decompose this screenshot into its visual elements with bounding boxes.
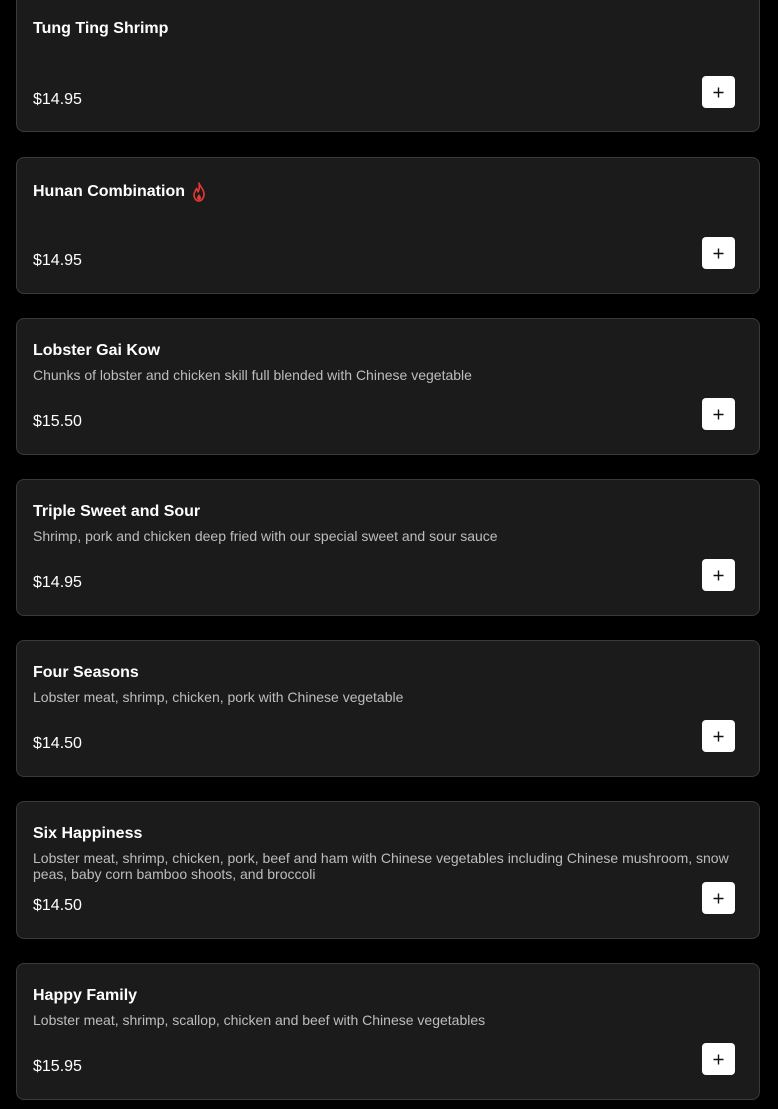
menu-item-title: Tung Ting Shrimp — [33, 20, 169, 37]
menu-item-price: $14.95 — [33, 574, 82, 591]
plus-icon — [713, 409, 724, 419]
add-to-cart-button[interactable] — [702, 720, 735, 752]
menu-item-card[interactable]: Hunan Combination $14.95 — [16, 157, 760, 294]
menu-item-card[interactable]: Lobster Gai Kow Chunks of lobster and ch… — [16, 318, 760, 455]
menu-item-card[interactable]: Tung Ting Shrimp $14.95 — [16, 0, 760, 132]
menu-item-description: Chunks of lobster and chicken skill full… — [33, 367, 472, 383]
menu-item-price: $14.95 — [33, 252, 82, 269]
plus-icon — [713, 731, 724, 741]
add-to-cart-button[interactable] — [702, 882, 735, 914]
menu-item-card[interactable]: Six Happiness Lobster meat, shrimp, chic… — [16, 801, 760, 939]
menu-item-price: $14.50 — [33, 897, 82, 914]
plus-icon — [713, 893, 724, 903]
menu-item-description: Shrimp, pork and chicken deep fried with… — [33, 528, 498, 544]
menu-item-title: Happy Family — [33, 987, 138, 1004]
plus-icon — [713, 570, 724, 580]
menu-item-title: Triple Sweet and Sour — [33, 503, 201, 520]
menu-item-title: Six Happiness — [33, 825, 143, 842]
menu-item-list: Tung Ting Shrimp $14.95 Hunan Combinatio… — [0, 0, 778, 1109]
menu-item-card[interactable]: Happy Family Lobster meat, shrimp, scall… — [16, 963, 760, 1100]
menu-item-description: Lobster meat, shrimp, scallop, chicken a… — [33, 1012, 486, 1028]
plus-icon — [713, 1054, 724, 1064]
plus-icon — [713, 248, 724, 258]
menu-item-title: Lobster Gai Kow — [33, 342, 161, 359]
menu-item-card[interactable]: Triple Sweet and Sour Shrimp, pork and c… — [16, 479, 760, 616]
add-to-cart-button[interactable] — [702, 398, 735, 430]
plus-icon — [713, 87, 724, 97]
add-to-cart-button[interactable] — [702, 237, 735, 269]
menu-item-price: $14.95 — [33, 91, 82, 108]
fire-icon — [193, 182, 205, 202]
menu-item-title: Hunan Combination — [33, 183, 185, 200]
menu-item-price: $15.50 — [33, 413, 82, 430]
menu-item-description: Lobster meat, shrimp, chicken, pork with… — [33, 689, 404, 705]
menu-item-price: $15.95 — [33, 1058, 82, 1075]
add-to-cart-button[interactable] — [702, 1043, 735, 1075]
menu-item-card[interactable]: Four Seasons Lobster meat, shrimp, chick… — [16, 640, 760, 777]
menu-item-title: Four Seasons — [33, 664, 139, 681]
menu-item-price: $14.50 — [33, 735, 82, 752]
menu-item-description: Lobster meat, shrimp, chicken, pork, bee… — [33, 850, 729, 882]
add-to-cart-button[interactable] — [702, 559, 735, 591]
add-to-cart-button[interactable] — [702, 76, 735, 108]
